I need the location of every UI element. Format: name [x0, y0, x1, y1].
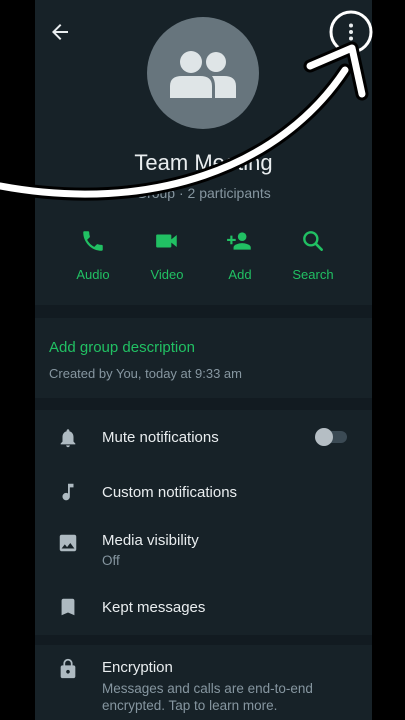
settings-list: Mute notifications Custom notifications … — [35, 410, 372, 635]
add-person-icon — [227, 232, 251, 250]
bell-icon — [60, 429, 76, 448]
back-button[interactable] — [48, 20, 72, 44]
lock-icon — [60, 658, 76, 679]
media-visibility-value: Off — [102, 553, 120, 568]
kept-messages-label: Kept messages — [102, 599, 206, 616]
audio-call-button[interactable]: Audio — [56, 226, 130, 286]
media-visibility-label: Media visibility — [102, 532, 199, 549]
music-note-icon — [62, 483, 74, 501]
action-bar: Audio Video Add Search — [35, 226, 372, 286]
search-label: Search — [292, 267, 334, 282]
add-label: Add — [228, 267, 252, 282]
audio-label: Audio — [76, 267, 110, 282]
toggle-knob — [315, 428, 333, 446]
video-label: Video — [150, 267, 184, 282]
mute-notifications-row[interactable]: Mute notifications — [35, 410, 372, 466]
description-section: Add group description Created by You, to… — [35, 318, 372, 398]
video-call-button[interactable]: Video — [130, 226, 204, 286]
bookmark-icon — [61, 598, 75, 616]
mute-toggle[interactable] — [315, 428, 347, 446]
group-header: Team Meeting Group · 2 participants Audi… — [35, 0, 372, 305]
encryption-description: Messages and calls are end-to-end encryp… — [102, 681, 313, 713]
encryption-row[interactable]: Encryption Messages and calls are end-to… — [35, 645, 372, 720]
more-options-button[interactable] — [339, 20, 363, 44]
video-icon — [156, 234, 177, 248]
group-title: Team Meeting — [134, 150, 273, 175]
encryption-label: Encryption — [102, 659, 173, 676]
created-info: Created by You, today at 9:33 am — [49, 366, 242, 381]
group-info-screen: Team Meeting Group · 2 participants Audi… — [35, 0, 372, 720]
search-button[interactable]: Search — [276, 226, 350, 286]
kept-messages-row[interactable]: Kept messages — [35, 582, 372, 635]
add-participant-button[interactable]: Add — [203, 226, 277, 286]
custom-notifications-row[interactable]: Custom notifications — [35, 466, 372, 520]
group-avatar[interactable] — [147, 17, 259, 129]
custom-notifications-label: Custom notifications — [102, 484, 238, 501]
media-visibility-row[interactable]: Media visibility Off — [35, 520, 372, 582]
search-icon — [303, 231, 323, 251]
group-subtitle: Group · 2 participants — [136, 185, 271, 201]
more-vertical-icon — [349, 23, 353, 41]
mute-notifications-label: Mute notifications — [102, 429, 219, 446]
add-group-description-link[interactable]: Add group description — [49, 339, 195, 356]
image-icon — [59, 534, 77, 552]
group-people-icon — [170, 51, 236, 98]
phone-icon — [83, 231, 103, 251]
arrow-left-icon — [52, 24, 68, 40]
